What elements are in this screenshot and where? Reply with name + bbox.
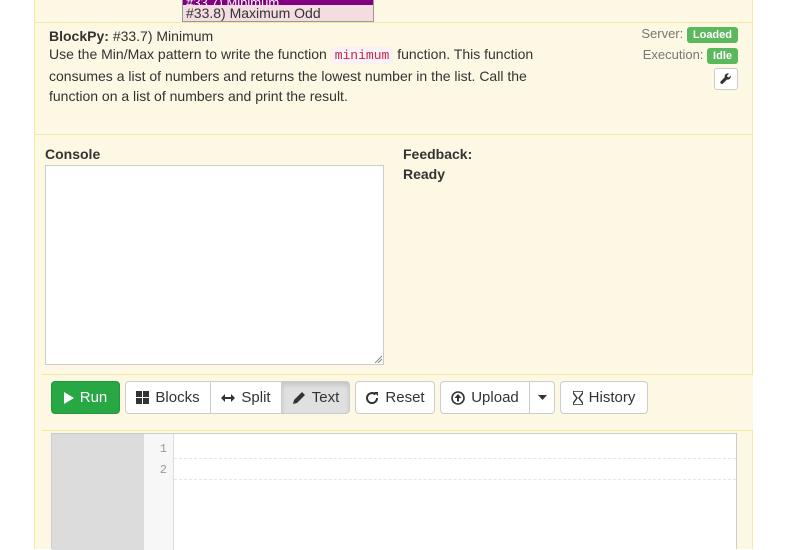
refresh-icon: [366, 391, 379, 404]
console-output[interactable]: [45, 165, 384, 365]
resize-handle-icon[interactable]: [374, 355, 382, 363]
settings-button[interactable]: [714, 68, 738, 90]
blocks-button[interactable]: Blocks: [125, 381, 211, 414]
horizontal-arrows-icon: [221, 393, 236, 402]
console-label: Console: [45, 146, 101, 162]
reset-label: Reset: [385, 389, 425, 406]
feedback-label: Feedback:: [403, 146, 473, 162]
app-name: BlockPy:: [49, 28, 109, 44]
play-icon: [63, 391, 74, 404]
line-number: 2: [159, 463, 167, 477]
assignment-description: Use the Min/Max pattern to write the fun…: [49, 44, 559, 106]
pencil-icon: [292, 391, 305, 404]
function-name-code: minimum: [330, 47, 394, 64]
dropdown-item-maximum-odd[interactable]: #33.8) Maximum Odd: [183, 5, 373, 21]
execution-status: Execution: Idle: [643, 47, 738, 64]
server-badge: Loaded: [686, 26, 738, 43]
editor-gutter: [52, 434, 144, 550]
upload-circle-icon: [451, 390, 466, 405]
wrench-icon: [720, 73, 731, 84]
caret-down-icon: [537, 395, 547, 400]
run-label: Run: [79, 389, 108, 406]
assignment-dropdown[interactable]: #33.7) Minimum #33.8) Maximum Odd: [182, 0, 374, 22]
code-editor[interactable]: 1 2: [51, 433, 737, 550]
assignment-name: #33.7) Minimum: [112, 28, 214, 44]
reset-button[interactable]: Reset: [355, 381, 435, 414]
editor-line[interactable]: [174, 458, 736, 459]
server-label: Server:: [641, 26, 684, 41]
execution-label: Execution:: [642, 47, 704, 62]
server-status: Server: Loaded: [641, 26, 738, 43]
history-label: History: [588, 389, 636, 406]
text-button[interactable]: Text: [281, 381, 350, 414]
execution-badge: Idle: [707, 47, 738, 64]
line-number-gutter: 1 2: [144, 434, 174, 550]
run-button[interactable]: Run: [51, 381, 120, 414]
divider: [34, 22, 753, 23]
divider: [34, 134, 753, 135]
split-label: Split: [241, 389, 271, 406]
text-label: Text: [311, 389, 340, 406]
upload-dropdown-toggle[interactable]: [529, 381, 555, 414]
grid-icon: [136, 391, 150, 404]
history-button[interactable]: History: [560, 381, 648, 414]
editor-line[interactable]: [174, 479, 736, 480]
line-number: 1: [159, 442, 167, 456]
blocks-label: Blocks: [155, 389, 200, 406]
split-button[interactable]: Split: [210, 381, 282, 414]
upload-button[interactable]: Upload: [440, 381, 530, 414]
description-text-1: Use the Min/Max pattern to write the fun…: [49, 46, 331, 62]
upload-label: Upload: [471, 389, 519, 406]
hourglass-icon: [572, 390, 583, 405]
feedback-status: Ready: [403, 166, 446, 182]
assignment-title: BlockPy: #33.7) Minimum: [49, 26, 213, 46]
